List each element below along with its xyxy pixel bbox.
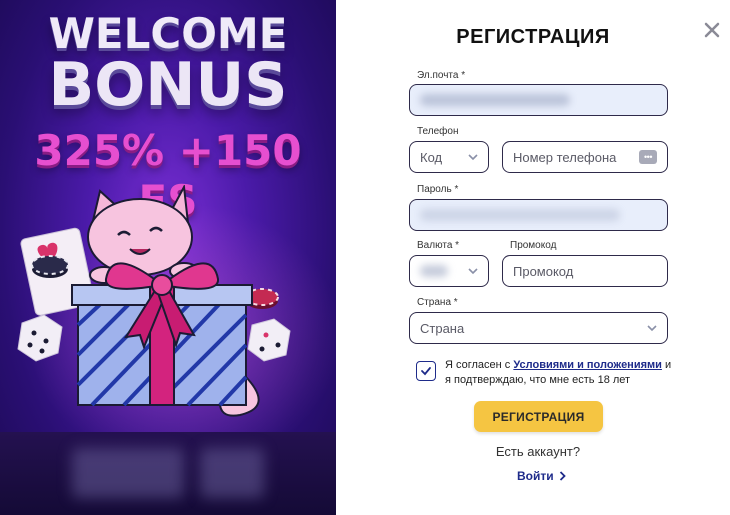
chevron-down-icon [647, 325, 657, 332]
phone-label: Телефон [417, 126, 459, 137]
login-label: Войти [517, 469, 554, 483]
consent-prefix: Я согласен с [445, 359, 514, 371]
chevron-right-icon [559, 471, 566, 481]
currency-label: Валюта * [417, 240, 460, 251]
currency-select[interactable] [409, 255, 489, 287]
phone-number-input[interactable]: Номер телефона ••• [502, 141, 668, 173]
phone-code-placeholder: Код [420, 149, 443, 165]
have-account-text: Есть аккаунт? [495, 444, 581, 459]
promocode-label: Промокод [510, 240, 557, 251]
promocode-placeholder: Промокод [513, 263, 574, 279]
poker-chip-icon [31, 255, 69, 278]
promocode-input[interactable]: Промокод [502, 255, 668, 287]
register-button[interactable]: РЕГИСТРАЦИЯ [474, 401, 603, 432]
terms-link[interactable]: Условиями и положениями [513, 359, 662, 371]
chevron-down-icon [468, 268, 478, 275]
password-value-redacted [420, 209, 620, 221]
dice-icon [17, 314, 63, 362]
gift-box-icon [71, 262, 253, 407]
consent-checkbox[interactable] [416, 361, 436, 381]
phone-code-select[interactable]: Код [409, 141, 489, 173]
gift-cat-illustration [17, 185, 291, 417]
email-value-redacted [420, 94, 570, 106]
more-dots-icon[interactable]: ••• [639, 150, 657, 164]
password-field[interactable] [409, 199, 668, 231]
email-field[interactable] [409, 84, 668, 116]
blurred-content [200, 448, 264, 498]
email-label: Эл.почта * [417, 70, 466, 81]
country-select[interactable]: Страна [409, 312, 668, 344]
country-placeholder: Страна [420, 320, 465, 336]
currency-value-redacted [420, 265, 448, 277]
promo-banner: WELCOME BONUS 325% +150 FS [0, 0, 336, 515]
promo-bonus-text: BONUS [48, 50, 288, 120]
password-label: Пароль * [417, 184, 459, 195]
login-link[interactable]: Войти [517, 469, 566, 483]
country-label: Страна * [417, 297, 458, 308]
dice-icon [247, 318, 291, 362]
blurred-content [72, 448, 184, 498]
checkmark-icon [421, 367, 431, 376]
phone-number-placeholder: Номер телефона [513, 149, 617, 165]
registration-form: РЕГИСТРАЦИЯ Эл.почта * Телефон Код Номер… [336, 0, 730, 515]
consent-text: Я согласен с Условиями и положениями и я… [445, 358, 675, 388]
chevron-down-icon [468, 154, 478, 161]
modal-title: РЕГИСТРАЦИЯ [456, 26, 610, 48]
